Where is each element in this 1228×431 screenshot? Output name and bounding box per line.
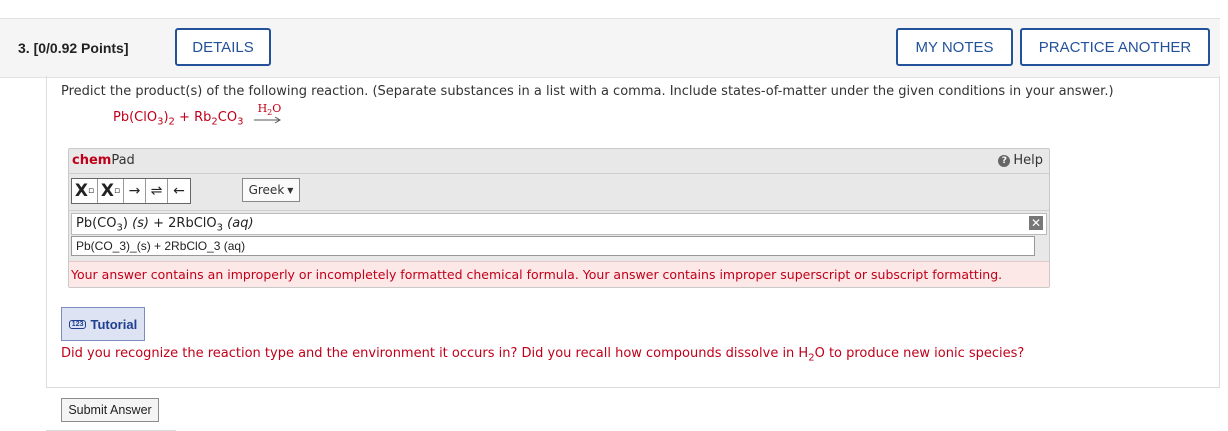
details-button[interactable]: DETAILS [175, 28, 271, 66]
formatting-buttons: X ▫ X ▫ → ⇌ ← [71, 178, 191, 204]
question-number: 3. [0/0.92 Points] [18, 40, 129, 56]
question-header: 3. [0/0.92 Points] DETAILS MY NOTES PRAC… [0, 18, 1220, 78]
right-arrow-button[interactable]: → [124, 179, 146, 203]
submit-answer-button[interactable]: Submit Answer [61, 398, 159, 422]
question-circle-icon: ? [998, 154, 1011, 167]
answer-input[interactable]: Pb(CO_3)_(s) + 2RbClO_3 (aq) [71, 236, 1035, 256]
error-message: Your answer contains an improperly or in… [69, 261, 1049, 287]
arrow-condition: H2O [257, 101, 282, 117]
caret-down-icon: ▼ [287, 185, 294, 195]
left-arrow-icon: ← [173, 183, 185, 199]
question-prompt: Predict the product(s) of the following … [61, 84, 1114, 99]
chempad: chemPad ? Help X ▫ X ▫ → ⇌ ← Greek ▼ Pb(CO3… [68, 148, 1050, 288]
superscript-button[interactable]: X ▫ [98, 179, 124, 203]
right-arrow-icon: → [128, 183, 141, 199]
equilibrium-arrow-icon: ⇌ [150, 183, 163, 199]
help-button[interactable]: ? Help [998, 153, 1043, 168]
reaction-arrow: H2O [252, 102, 284, 125]
greek-dropdown[interactable]: Greek ▼ [242, 178, 300, 202]
my-notes-button[interactable]: MY NOTES [896, 28, 1013, 66]
equilibrium-arrow-button[interactable]: ⇌ [146, 179, 168, 203]
left-arrow-button[interactable]: ← [168, 179, 190, 203]
tutorial-icon: 123 [68, 319, 87, 329]
feedback-hint: Did you recognize the reaction type and … [61, 346, 1025, 364]
practice-another-button[interactable]: PRACTICE ANOTHER [1020, 28, 1210, 66]
chempad-title: chemPad [72, 153, 135, 168]
subscript-button[interactable]: X ▫ [72, 179, 98, 203]
close-icon[interactable]: ✕ [1029, 216, 1043, 230]
help-label: Help [1013, 153, 1043, 168]
tutorial-button[interactable]: 123 Tutorial [61, 307, 145, 341]
rendered-answer-preview: Pb(CO3) (s) + 2RbClO3 (aq) [71, 213, 1047, 235]
chempad-toolbar: X ▫ X ▫ → ⇌ ← Greek ▼ [69, 173, 1049, 211]
points-label: [0/0.92 Points] [33, 40, 129, 56]
tutorial-label: Tutorial [90, 316, 138, 332]
reaction-equation: Pb(ClO3)2 + Rb2CO3 H2O [113, 102, 284, 128]
